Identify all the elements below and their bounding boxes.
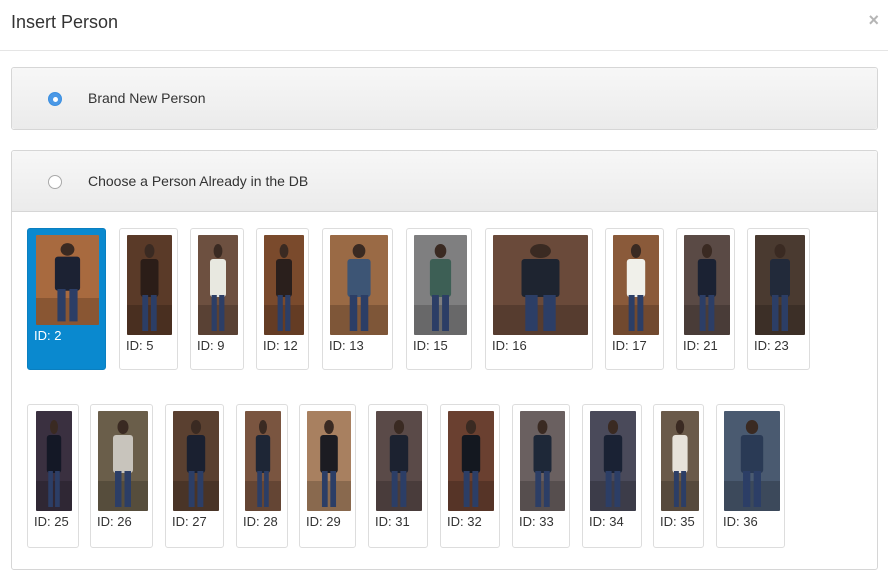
person-card[interactable]: ID: 13 [322, 228, 393, 370]
person-card[interactable]: ID: 28 [236, 404, 288, 548]
existing-person-radio[interactable] [48, 175, 62, 189]
person-thumbnail [493, 235, 588, 335]
person-card[interactable]: ID: 15 [406, 228, 472, 370]
person-id-label: ID: 32 [447, 514, 482, 529]
person-thumbnail [520, 411, 565, 511]
person-id-label: ID: 15 [413, 338, 448, 353]
modal-header: Insert Person × [0, 0, 888, 51]
person-card[interactable]: ID: 21 [676, 228, 735, 370]
person-id-label: ID: 29 [306, 514, 341, 529]
person-card[interactable]: ID: 5 [119, 228, 178, 370]
person-id-label: ID: 25 [34, 514, 69, 529]
person-card[interactable]: ID: 16 [485, 228, 593, 370]
modal-title: Insert Person [11, 12, 119, 32]
person-card[interactable]: ID: 9 [190, 228, 244, 370]
person-thumbnail [613, 235, 659, 335]
person-id-label: ID: 26 [97, 514, 132, 529]
person-id-label: ID: 2 [34, 328, 62, 343]
person-card[interactable]: ID: 34 [582, 404, 642, 548]
person-card[interactable]: ID: 27 [165, 404, 224, 548]
person-thumbnail [724, 411, 780, 511]
person-thumbnail [414, 235, 467, 335]
new-person-label: Brand New Person [88, 90, 206, 106]
person-thumbnail [36, 235, 99, 325]
person-thumbnail [173, 411, 219, 511]
person-id-label: ID: 28 [243, 514, 278, 529]
person-id-label: ID: 9 [197, 338, 225, 353]
person-thumbnail [307, 411, 351, 511]
person-card[interactable]: ID: 26 [90, 404, 153, 548]
person-card[interactable]: ID: 36 [716, 404, 785, 548]
person-thumbnail [376, 411, 422, 511]
person-card[interactable]: ID: 32 [440, 404, 500, 548]
new-person-panel[interactable]: Brand New Person [11, 67, 878, 130]
person-thumbnail [448, 411, 494, 511]
close-icon[interactable]: × [868, 11, 879, 29]
person-card[interactable]: ID: 33 [512, 404, 570, 548]
person-id-label: ID: 21 [683, 338, 718, 353]
person-id-label: ID: 5 [126, 338, 154, 353]
person-id-label: ID: 33 [519, 514, 554, 529]
person-card[interactable]: ID: 12 [256, 228, 309, 370]
person-thumbnail [245, 411, 281, 511]
person-id-label: ID: 12 [263, 338, 298, 353]
person-card[interactable]: ID: 2 [27, 228, 106, 370]
person-id-label: ID: 34 [589, 514, 624, 529]
existing-person-label: Choose a Person Already in the DB [88, 173, 309, 189]
new-person-radio[interactable] [48, 92, 62, 106]
person-thumbnail [755, 235, 805, 335]
new-person-option[interactable]: Brand New Person [12, 68, 877, 129]
person-id-label: ID: 16 [492, 338, 527, 353]
person-thumbnail [198, 235, 238, 335]
person-id-label: ID: 17 [612, 338, 647, 353]
person-id-label: ID: 23 [754, 338, 789, 353]
person-thumbnail [684, 235, 730, 335]
person-thumbnail [127, 235, 172, 335]
person-thumbnail [98, 411, 148, 511]
person-card[interactable]: ID: 35 [653, 404, 704, 548]
existing-person-option[interactable]: Choose a Person Already in the DB [12, 151, 877, 212]
person-card[interactable]: ID: 31 [368, 404, 428, 548]
person-card[interactable]: ID: 25 [27, 404, 79, 548]
person-id-label: ID: 27 [172, 514, 207, 529]
person-card[interactable]: ID: 29 [299, 404, 356, 548]
person-thumbnail [330, 235, 388, 335]
person-id-label: ID: 36 [723, 514, 758, 529]
person-id-label: ID: 35 [660, 514, 695, 529]
person-thumbnail [264, 235, 304, 335]
person-card[interactable]: ID: 23 [747, 228, 810, 370]
person-id-label: ID: 31 [375, 514, 410, 529]
person-thumbnail [36, 411, 72, 511]
existing-person-panel: Choose a Person Already in the DB ID: 2 I… [11, 150, 878, 570]
person-thumbnail [661, 411, 699, 511]
person-id-label: ID: 13 [329, 338, 364, 353]
person-card[interactable]: ID: 17 [605, 228, 664, 370]
person-thumbnail [590, 411, 636, 511]
